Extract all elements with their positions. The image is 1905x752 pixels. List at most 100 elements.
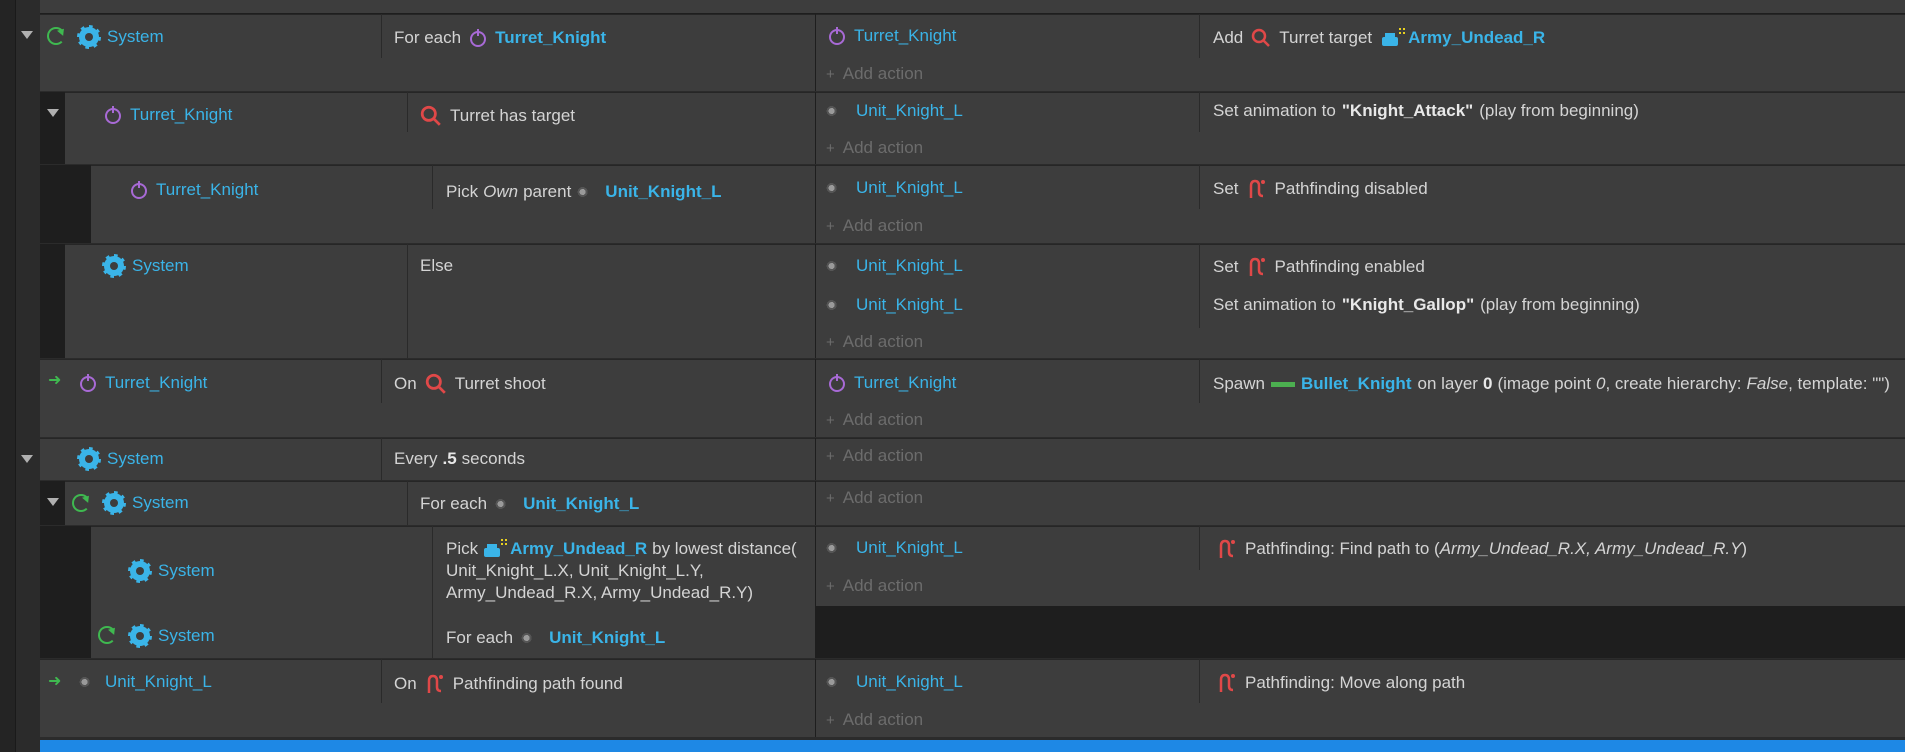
event-3-condition-block[interactable] [91,165,815,243]
action-object[interactable]: Unit_Knight_L [826,99,963,123]
condition-object[interactable]: Turret_Knight [104,103,232,127]
column-divider [432,165,433,209]
add-action-link[interactable]: + Add action [826,444,923,468]
condition-text[interactable]: For each Unit_Knight_L [446,626,665,650]
add-action-label: Add action [842,488,924,507]
condition-text[interactable]: Pick Own parent Unit_Knight_L [446,180,721,204]
column-divider [432,526,433,658]
action-object[interactable]: Unit_Knight_L [826,536,963,560]
condition-text[interactable]: For each Turret_Knight [394,26,606,50]
action-object[interactable]: Unit_Knight_L [826,176,963,200]
action-onlayer: on layer [1417,374,1478,393]
action-close: ) [1741,539,1748,558]
action-object[interactable]: Turret_Knight [828,371,956,395]
action-text[interactable]: Add Turret target Army_Undead_R [1213,24,1545,52]
add-action-link[interactable]: + Add action [826,62,923,86]
condition-text[interactable]: Every .5 seconds [394,447,525,471]
condition-object[interactable]: Turret_Knight [130,178,258,202]
object-label: Unit_Knight_L [856,538,963,557]
add-action-link[interactable]: + Add action [826,486,923,510]
condition-text[interactable]: For each Unit_Knight_L [420,492,639,516]
action-text[interactable]: Pathfinding: Find path to ( Army_Undead_… [1217,536,1747,562]
action-text[interactable]: Set animation to "Knight_Attack" (play f… [1213,99,1639,123]
add-action-link[interactable]: + Add action [826,708,923,732]
condition-object[interactable]: System [102,254,189,278]
condition-text[interactable]: Turret has target [420,103,575,129]
add-action-link[interactable]: + Add action [826,330,923,354]
condition-object[interactable]: System [77,447,164,471]
condition-object[interactable]: System [102,491,189,515]
system-gear-icon [102,491,126,515]
event-7-actions [816,481,1905,525]
condition-text[interactable]: Else [420,254,453,278]
action-object[interactable]: Unit_Knight_L [826,254,963,278]
condition-unit: seconds [461,449,525,468]
collapse-toggle-icon[interactable] [21,455,33,463]
column-divider [381,438,382,480]
knight-sprite-icon [826,183,840,193]
add-action-label: Add action [842,64,924,83]
add-action-label: Add action [842,216,924,235]
action-prefix: Pathfinding: Find path to ( [1245,539,1440,558]
object-link[interactable]: Unit_Knight_L [549,628,665,648]
collapse-toggle-icon[interactable] [47,109,59,117]
condition-object[interactable]: System [77,25,164,49]
add-action-label: Add action [842,138,924,157]
condition-object[interactable]: System [128,559,215,583]
event-6-actions [816,438,1905,480]
action-object[interactable]: Unit_Knight_L [826,670,963,694]
action-text[interactable]: Set Pathfinding enabled [1213,254,1425,280]
add-action-label: Add action [842,446,924,465]
condition-object[interactable]: Turret_Knight [79,371,207,395]
object-label: Unit_Knight_L [856,672,963,691]
add-action-link[interactable]: + Add action [826,574,923,598]
action-object[interactable]: Turret_Knight [828,24,956,48]
collapse-toggle-icon[interactable] [21,31,33,39]
action-label: Pathfinding: Move along path [1245,673,1466,692]
object-link[interactable]: Army_Undead_R [510,538,647,560]
add-action-label: Add action [842,410,924,429]
action-prefix: Set animation to [1213,101,1336,120]
object-label: Unit_Knight_L [856,101,963,120]
column-divider [1199,526,1200,570]
condition-text[interactable]: Pick Army_Undead_R by lowest distance( U… [446,538,816,604]
condition-object[interactable]: Unit_Knight_L [79,670,212,694]
collapse-toggle-icon[interactable] [47,498,59,506]
pathfinding-icon [1249,179,1265,198]
selected-event-bar[interactable] [40,740,1905,752]
object-link[interactable]: Turret_Knight [495,28,606,48]
add-action-link[interactable]: + Add action [826,408,923,432]
condition-text[interactable]: On Turret shoot [394,371,546,397]
column-divider [1199,92,1200,132]
add-action-link[interactable]: + Add action [826,136,923,160]
action-text[interactable]: Set Pathfinding disabled [1213,176,1428,202]
action-prefix: Set animation to [1213,295,1336,314]
knight-sprite-icon [577,187,592,197]
add-action-link[interactable]: + Add action [826,214,923,238]
action-text[interactable]: Set animation to "Knight_Gallop" (play f… [1213,293,1640,317]
condition-pick: Pick [446,182,479,201]
object-link[interactable]: Unit_Knight_L [523,494,639,514]
add-action-label: Add action [842,332,924,351]
add-action-label: Add action [842,710,924,729]
condition-object[interactable]: System [128,624,215,648]
action-prefix: Set [1213,257,1239,276]
object-label: Turret_Knight [130,105,233,124]
condition-pick: Pick [446,539,479,558]
action-text[interactable]: Spawn Bullet_Knight on layer 0 (image po… [1213,372,1890,396]
condition-text[interactable]: On Pathfinding path found [394,671,623,697]
knight-sprite-icon [826,543,840,553]
action-text[interactable]: Pathfinding: Move along path [1217,670,1465,696]
turret-behavior-icon [1252,28,1271,47]
condition-label: Turret has target [450,106,576,125]
object-link[interactable]: Bullet_Knight [1301,374,1412,394]
object-link[interactable]: Army_Undead_R [1408,28,1545,48]
object-label: Turret_Knight [854,373,957,392]
prev-event-tail [40,0,1905,13]
action-false: False [1746,374,1789,393]
condition-line-2: Unit_Knight_L.X, Unit_Knight_L.Y, [446,561,704,580]
knight-sprite-icon [79,677,93,687]
knight-sprite-icon [521,633,536,643]
object-link[interactable]: Unit_Knight_L [605,182,721,202]
action-object[interactable]: Unit_Knight_L [826,293,963,317]
